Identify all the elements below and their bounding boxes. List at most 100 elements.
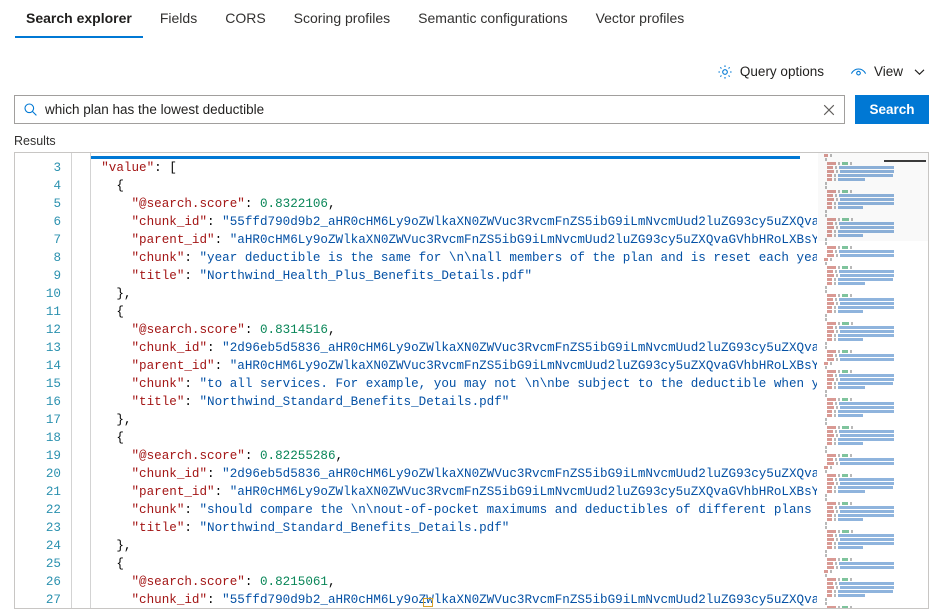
minimap-line <box>823 570 928 573</box>
minimap-token <box>837 442 863 445</box>
code-token-s: "aHR0cHM6Ly9oZWlkaXN0ZWVuc3RvcmFnZS5ibG9… <box>229 233 888 248</box>
minimap-token <box>827 274 834 277</box>
minimap-token <box>827 502 837 505</box>
minimap-token <box>827 282 832 285</box>
minimap-token <box>838 502 841 505</box>
horizontal-scrollbar-top[interactable] <box>91 156 800 159</box>
code-token-p: : <box>214 359 230 374</box>
minimap-token <box>827 442 832 445</box>
minimap-token <box>836 330 838 333</box>
minimap-token <box>836 302 838 305</box>
code-token-n: 0.8314516 <box>259 323 328 338</box>
minimap-line <box>825 526 928 529</box>
query-options-label: Query options <box>739 64 824 79</box>
minimap-line <box>825 366 928 369</box>
code-token-s: "Northwind_Standard_Benefits_Details.pdf… <box>199 395 510 410</box>
line-number: 10 <box>45 287 61 302</box>
query-options-button[interactable]: Query options <box>717 64 824 80</box>
minimap-token <box>827 298 834 301</box>
minimap-token <box>836 462 838 465</box>
results-editor[interactable]: 3 4 5 6 7 8 9 10 11 12 13 14 15 16 17 18 19 20 21 22 23 24 25 2… <box>14 152 929 609</box>
minimap-line <box>827 594 928 597</box>
tab-scoring-profiles[interactable]: Scoring profiles <box>280 0 405 38</box>
tab-fields[interactable]: Fields <box>146 0 211 38</box>
editor-minimap[interactable] <box>817 153 928 608</box>
minimap-token <box>839 402 894 405</box>
minimap-token <box>825 598 828 601</box>
minimap-line <box>825 394 928 397</box>
line-number: 17 <box>45 413 61 428</box>
tab-cors[interactable]: CORS <box>211 0 279 38</box>
minimap-token <box>839 458 894 461</box>
minimap-token <box>842 474 849 477</box>
code-token-p: : <box>214 233 230 248</box>
minimap-line <box>827 586 928 589</box>
code-token-k: "@search.score" <box>131 323 245 338</box>
minimap-token <box>838 454 841 457</box>
tab-semantic-configurations[interactable]: Semantic configurations <box>404 0 581 38</box>
minimap-token <box>825 470 828 473</box>
code-line: }, <box>71 411 928 429</box>
minimap-token <box>827 326 834 329</box>
search-box[interactable] <box>14 95 845 124</box>
minimap-token <box>837 438 894 441</box>
minimap-token <box>850 454 853 457</box>
minimap-token <box>839 478 894 481</box>
view-button[interactable]: View <box>850 64 925 80</box>
minimap-line <box>827 310 928 313</box>
minimap-token <box>827 530 837 533</box>
minimap-token <box>827 582 834 585</box>
minimap-token <box>835 458 838 461</box>
minimap-token <box>825 498 828 501</box>
minimap-line <box>823 258 928 261</box>
minimap-line <box>827 558 928 561</box>
minimap-token <box>850 530 853 533</box>
minimap-token <box>825 522 828 525</box>
minimap-token <box>829 466 832 469</box>
minimap-token <box>835 402 838 405</box>
minimap-token <box>827 374 834 377</box>
minimap-token <box>827 458 834 461</box>
minimap-token <box>839 354 894 357</box>
code-token-p: : <box>184 503 200 518</box>
minimap-token <box>825 602 828 605</box>
horizontal-scrollbar-thumb[interactable] <box>423 598 433 607</box>
minimap-token <box>833 590 836 593</box>
minimap-token <box>827 246 837 249</box>
minimap-top-rule <box>884 160 926 162</box>
minimap-token <box>825 390 828 393</box>
minimap-slider[interactable] <box>818 153 928 241</box>
code-token-p: : [ <box>154 161 177 175</box>
minimap-token <box>839 534 894 537</box>
search-input[interactable] <box>45 96 814 123</box>
minimap-line <box>827 438 928 441</box>
code-token-k: "parent_id" <box>131 233 215 248</box>
minimap-line <box>825 346 928 349</box>
minimap-token <box>827 586 834 589</box>
minimap-token <box>835 478 838 481</box>
search-button[interactable]: Search <box>855 95 929 124</box>
minimap-token <box>825 418 828 421</box>
minimap-line <box>827 246 928 249</box>
code-area[interactable]: "value": [ { "@search.score": 0.8322106,… <box>71 153 928 608</box>
tab-search-explorer[interactable]: Search explorer <box>12 0 146 38</box>
minimap-token <box>842 266 849 269</box>
code-line: }, <box>71 285 928 303</box>
clear-search-button[interactable] <box>814 96 844 123</box>
minimap-token <box>827 266 837 269</box>
minimap-token <box>825 314 828 317</box>
minimap-line <box>827 378 928 381</box>
minimap-token <box>837 486 894 489</box>
minimap-line <box>827 274 928 277</box>
minimap-token <box>840 510 894 513</box>
minimap-line <box>827 582 928 585</box>
code-token-p: : <box>184 269 200 284</box>
tab-vector-profiles[interactable]: Vector profiles <box>582 0 699 38</box>
minimap-token <box>827 430 834 433</box>
minimap-line <box>827 506 928 509</box>
minimap-token <box>833 310 836 313</box>
line-number: 22 <box>45 503 61 518</box>
code-line: { <box>71 429 928 447</box>
minimap-token <box>840 482 894 485</box>
minimap-token <box>825 450 828 453</box>
